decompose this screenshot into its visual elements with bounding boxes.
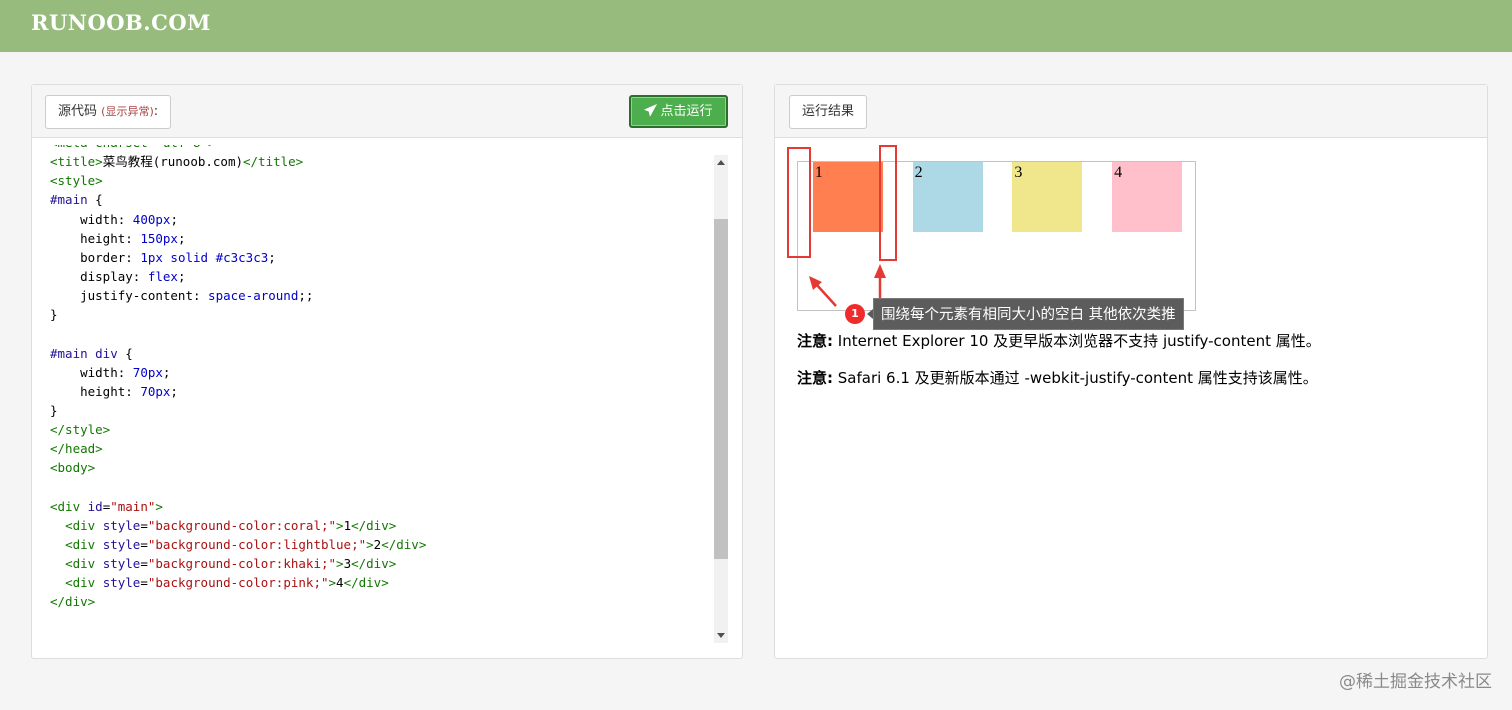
annotation-badge: 1 bbox=[845, 304, 865, 324]
juejin-watermark: @稀土掘金技术社区 bbox=[1339, 672, 1492, 692]
annotation-arrows bbox=[809, 264, 886, 307]
arrow-to-middle-gap-icon bbox=[874, 264, 886, 302]
annotation-tooltip: 围绕每个元素有相同大小的空白 其他依次类推 bbox=[873, 298, 1184, 330]
arrow-to-left-gap-icon bbox=[809, 276, 837, 307]
